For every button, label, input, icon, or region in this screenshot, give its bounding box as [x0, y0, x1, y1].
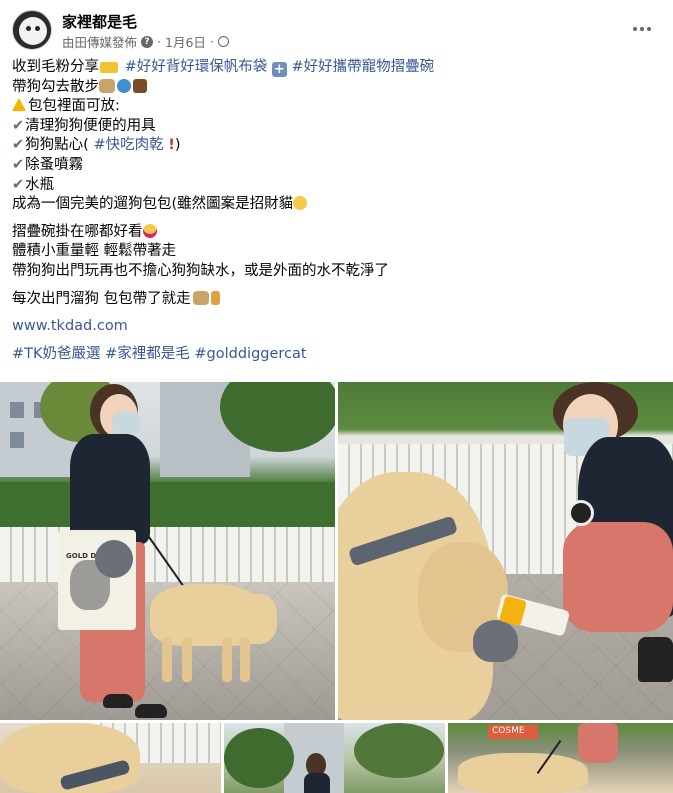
question-icon[interactable]: ? — [141, 35, 154, 48]
external-link[interactable]: www.tkdad.com — [12, 318, 128, 334]
dog-leg — [240, 637, 250, 682]
exclamation-icon: ! — [168, 137, 175, 154]
woman-shirt — [304, 773, 330, 793]
post-text-segment: 除蚤噴霧 — [25, 156, 84, 173]
check-icon: ✔ — [12, 156, 25, 173]
sneaker — [103, 694, 133, 708]
post-photo-2[interactable] — [338, 382, 673, 720]
more-horiz-icon — [633, 27, 637, 31]
hashtag-row: #TK奶爸嚴選 #家裡都是毛 #golddiggercat — [12, 345, 662, 365]
walking-person-icon — [210, 290, 220, 305]
post-text-segment: 清理狗狗便便的用具 — [25, 117, 156, 134]
folding-bowl — [95, 540, 133, 578]
plus-icon: + — [271, 62, 287, 77]
post-line: www.tkdad.com — [12, 317, 662, 337]
tree — [224, 728, 294, 788]
hashtag-link[interactable]: #好好背好環保帆布袋 — [125, 59, 268, 75]
page-avatar[interactable] — [12, 10, 52, 50]
fence — [0, 527, 335, 582]
bowl-icon — [117, 78, 131, 93]
post-text-segment: 帶狗勾去散步 — [12, 78, 99, 95]
warning-icon — [12, 98, 26, 112]
post-text-segment: 摺疊碗掛在哪都好看 — [12, 223, 143, 240]
hashtag-link[interactable]: #家裡都是毛 — [105, 346, 190, 362]
bottle-lid — [568, 500, 594, 526]
labrador-head — [458, 753, 588, 793]
hashtag-link[interactable]: #好好攜帶寵物摺疊碗 — [291, 59, 434, 75]
post-text-segment: 水瓶 — [25, 176, 55, 193]
post-text-segment: 每次出門溜狗 包包帶了就走 — [12, 290, 191, 307]
post-line: 帶狗勾去散步 — [12, 78, 662, 98]
woman-skirt — [578, 723, 618, 763]
post-line: ✔清理狗狗便便的用具 — [12, 117, 662, 137]
building-window — [10, 402, 24, 418]
more-options-button[interactable] — [627, 14, 657, 44]
post-text-segment: ) — [174, 137, 181, 154]
post-line: 收到毛粉分享 #好好背好環保帆布袋 + #好好攜帶寵物摺疊碗 — [12, 58, 662, 78]
more-dot — [640, 27, 644, 31]
post-line: 每次出門溜狗 包包帶了就走 — [12, 290, 662, 310]
post-text-segment: 包包裡面可放: — [28, 98, 120, 115]
post-line: 帶狗狗出門玩再也不擔心狗狗缺水，或是外面的水不乾淨了 — [12, 262, 389, 279]
handbag-icon — [133, 78, 147, 93]
post-photo-1[interactable]: GOLD DIGGER — [0, 382, 335, 720]
dog-icon — [192, 290, 209, 305]
post-text: 收到毛粉分享 #好好背好環保帆布袋 + #好好攜帶寵物摺疊碗 帶狗勾去散步 包包… — [12, 58, 662, 364]
post-text-segment: 狗狗點心( — [25, 137, 89, 154]
dog-leg — [222, 637, 232, 682]
check-icon: ✔ — [12, 176, 25, 193]
post-line: 體積小重量輕 輕鬆帶著走 — [12, 243, 177, 260]
dog-leg — [182, 637, 192, 682]
building-window — [10, 432, 24, 448]
post-date[interactable]: 1月6日 — [165, 32, 206, 51]
crown-icon — [100, 62, 118, 73]
laughing-face-icon — [293, 196, 308, 211]
shop-sign-text: COSME — [492, 726, 525, 736]
post-line: ✔水瓶 — [12, 176, 662, 196]
post-line: ✔除蚤噴霧 — [12, 156, 662, 176]
post-line: 包包裡面可放: — [12, 97, 662, 117]
dog-leg — [162, 637, 172, 682]
post-meta: 由田傳媒發佈 ? · 1月6日 · — [62, 32, 229, 51]
meta-dot: · — [157, 34, 161, 49]
hashtag-link[interactable]: #TK奶爸嚴選 — [12, 346, 101, 362]
woman-shirt — [70, 434, 150, 544]
post-text-segment: 成為一個完美的遛狗包包(雖然圖案是招財貓 — [12, 196, 294, 213]
post-text-segment: 收到毛粉分享 — [12, 59, 99, 75]
face-mask — [112, 412, 140, 434]
check-icon: ✔ — [12, 137, 25, 154]
folding-bowl — [473, 620, 518, 662]
cat-logo-icon — [19, 17, 47, 45]
post-photo-3[interactable] — [0, 723, 221, 793]
tree — [354, 723, 444, 778]
post-photo-5[interactable]: COSME — [448, 723, 673, 793]
page-name[interactable]: 家裡都是毛 — [62, 11, 137, 32]
post-line: 摺疊碗掛在哪都好看 — [12, 223, 662, 243]
post-line: 成為一個完美的遛狗包包(雖然圖案是招財貓 — [12, 195, 662, 215]
hashtag-link[interactable]: #快吃肉乾 — [93, 137, 163, 153]
meta-dot-2: · — [209, 34, 214, 49]
dog-icon — [99, 78, 115, 93]
heart-eyes-icon — [142, 223, 157, 238]
more-dot — [647, 27, 651, 31]
sneaker — [135, 704, 167, 718]
post-photo-4[interactable] — [224, 723, 445, 793]
hedge — [0, 482, 335, 527]
woman-skirt — [563, 522, 673, 632]
globe-icon — [217, 36, 229, 47]
post-header: 家裡都是毛 由田傳媒發佈 ? · 1月6日 · — [0, 0, 673, 56]
sneaker — [638, 637, 673, 682]
post-line: ✔狗狗點心( #快吃肉乾 !) — [12, 136, 662, 156]
check-icon: ✔ — [12, 117, 25, 134]
hashtag-link[interactable]: #golddiggercat — [194, 346, 306, 362]
author-label[interactable]: 由田傳媒發佈 — [62, 32, 137, 51]
